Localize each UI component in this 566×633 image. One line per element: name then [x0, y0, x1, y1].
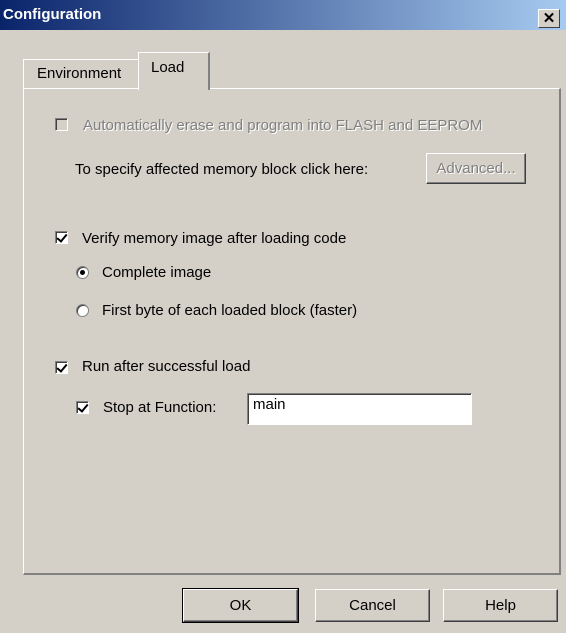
title-bar: Configuration ✕: [0, 0, 566, 30]
run-after-checkbox[interactable]: [55, 361, 68, 374]
advanced-hint: To specify affected memory block click h…: [75, 161, 369, 178]
advanced-button[interactable]: Advanced...: [426, 153, 526, 184]
tab-environment-label: Environment: [37, 65, 122, 82]
run-after-label: Run after successful load: [82, 358, 251, 375]
ok-button[interactable]: OK: [182, 588, 299, 623]
stop-at-checkbox[interactable]: [76, 401, 89, 414]
auto-erase-checkbox[interactable]: [55, 118, 68, 131]
cancel-button[interactable]: Cancel: [315, 589, 430, 622]
tab-load[interactable]: Load: [138, 52, 210, 90]
help-button[interactable]: Help: [443, 589, 558, 622]
stop-at-function-input[interactable]: main: [247, 393, 472, 425]
window-title: Configuration: [3, 6, 102, 23]
stop-at-label: Stop at Function:: [103, 399, 217, 416]
stop-at-function-value: main: [253, 396, 286, 413]
tab-environment[interactable]: Environment: [23, 59, 141, 88]
verify-label: Verify memory image after loading code: [82, 230, 347, 247]
close-button[interactable]: ✕: [538, 9, 560, 28]
first-byte-label: First byte of each loaded block (faster): [102, 302, 358, 319]
close-icon: ✕: [542, 10, 556, 27]
verify-checkbox[interactable]: [55, 231, 68, 244]
auto-erase-label: Automatically erase and program into FLA…: [83, 117, 483, 134]
tab-load-label: Load: [151, 59, 185, 76]
complete-image-label: Complete image: [102, 264, 212, 281]
first-byte-radio[interactable]: [76, 304, 89, 317]
complete-image-radio[interactable]: [76, 266, 89, 279]
